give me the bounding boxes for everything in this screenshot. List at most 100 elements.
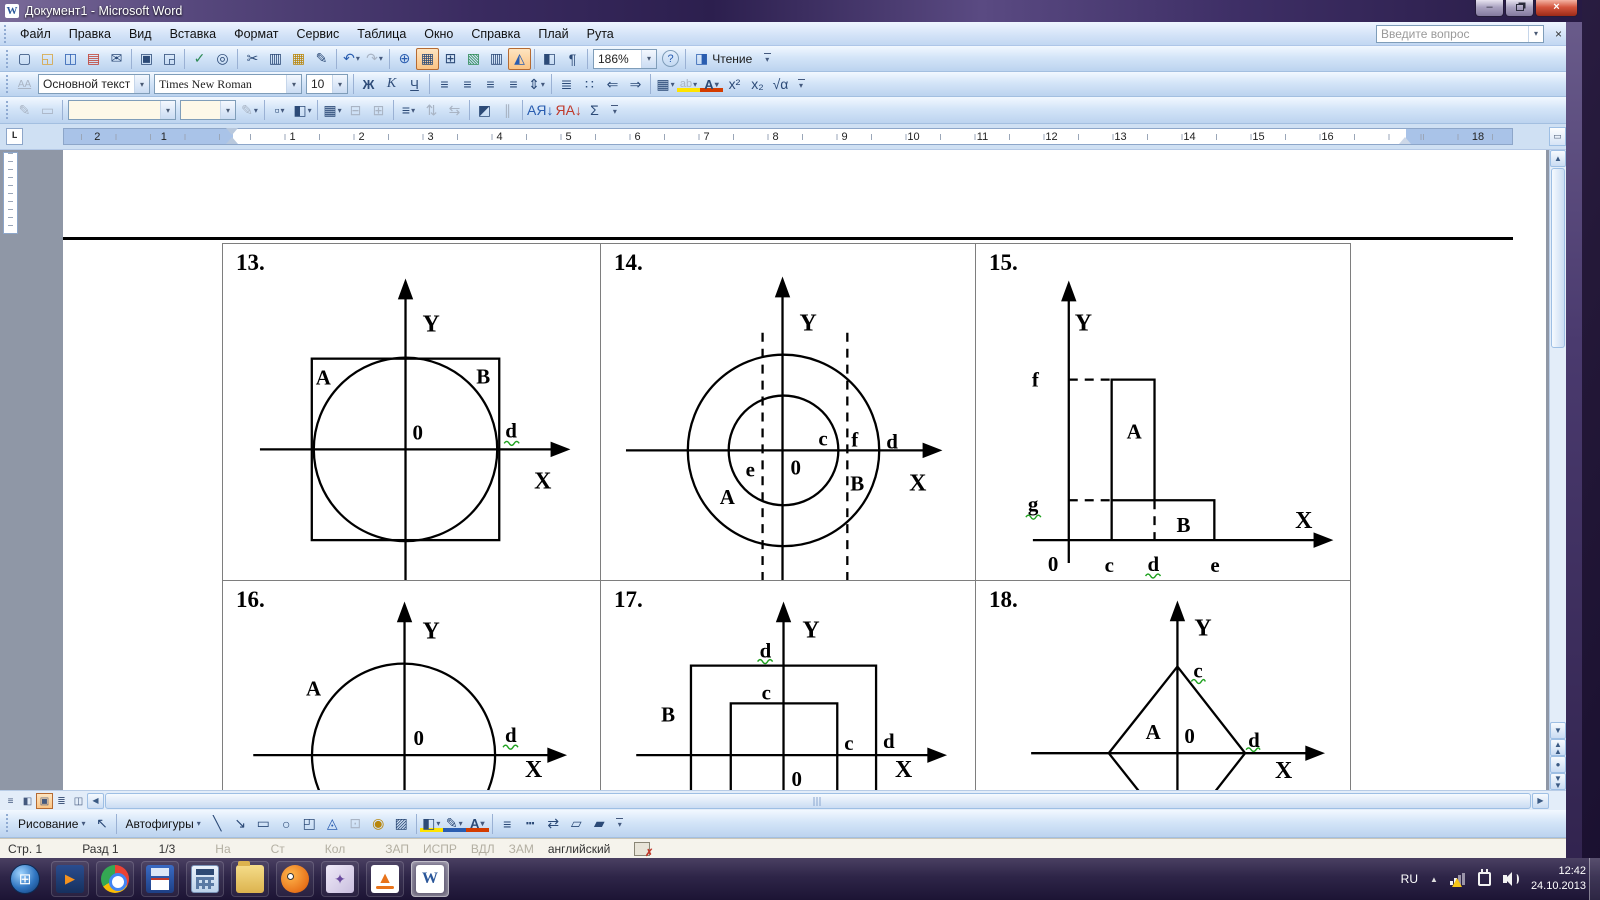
column-indicator[interactable]: Кол bbox=[325, 842, 345, 856]
taskbar-word-icon[interactable]: W bbox=[411, 861, 449, 897]
toolbar-options-button[interactable]: ▾ bbox=[760, 48, 774, 70]
next-page-button[interactable]: ▼▼ bbox=[1550, 773, 1566, 790]
line-style-combo[interactable]: ▾ bbox=[68, 100, 176, 120]
split-cells-icon[interactable]: ⊞ bbox=[367, 99, 390, 121]
toolbar-drag-handle[interactable] bbox=[5, 49, 10, 69]
line-color-icon[interactable]: ✎ bbox=[443, 813, 466, 835]
arrow-style-icon[interactable]: ⇄ bbox=[542, 813, 565, 835]
spelling-status-icon[interactable] bbox=[634, 842, 650, 856]
web-layout-button[interactable]: ◧ bbox=[19, 793, 36, 809]
chevron-down-icon[interactable]: ▾ bbox=[220, 101, 235, 119]
save-icon[interactable]: ◫ bbox=[59, 48, 82, 70]
hanging-indent-marker[interactable] bbox=[226, 137, 238, 144]
threed-style-icon[interactable]: ▰ bbox=[588, 813, 611, 835]
taskbar-vlc-icon[interactable]: ▲ bbox=[366, 861, 404, 897]
first-line-indent-marker[interactable] bbox=[226, 128, 238, 135]
extend-selection-mode[interactable]: ВДЛ bbox=[471, 842, 495, 856]
draw-table-icon[interactable]: ✎ bbox=[13, 99, 36, 121]
zoom-combo[interactable]: 186% ▾ bbox=[593, 49, 657, 69]
toolbar-options-button[interactable]: ▾ bbox=[613, 813, 627, 835]
columns-icon[interactable]: ▥ bbox=[485, 48, 508, 70]
redo-icon[interactable]: ↷ bbox=[363, 48, 386, 70]
arrow-icon[interactable]: ↘ bbox=[229, 813, 252, 835]
menu-item[interactable]: Файл bbox=[11, 24, 60, 44]
taskbar-wmp-icon[interactable]: ▶ bbox=[51, 861, 89, 897]
print-icon[interactable]: ▣ bbox=[135, 48, 158, 70]
insert-picture-icon[interactable]: ▨ bbox=[390, 813, 413, 835]
shadow-style-icon[interactable]: ▱ bbox=[565, 813, 588, 835]
underline-button[interactable]: Ч bbox=[403, 73, 426, 95]
chevron-down-icon[interactable]: ▾ bbox=[286, 75, 301, 93]
chevron-down-icon[interactable]: ▾ bbox=[641, 50, 656, 68]
menu-item[interactable]: Окно bbox=[415, 24, 462, 44]
track-changes-mode[interactable]: ИСПР bbox=[423, 842, 457, 856]
superscript-icon[interactable]: x² bbox=[723, 73, 746, 95]
position-indicator[interactable]: На bbox=[215, 842, 230, 856]
menu-item[interactable]: Таблица bbox=[348, 24, 415, 44]
ask-question-input[interactable] bbox=[1377, 27, 1528, 41]
taskbar-chrome-icon[interactable] bbox=[96, 861, 134, 897]
font-color-icon[interactable]: А bbox=[700, 73, 723, 95]
insert-hyperlink-icon[interactable]: ⊕ bbox=[393, 48, 416, 70]
wordart-icon[interactable]: ◬ bbox=[321, 813, 344, 835]
tab-stop-selector[interactable]: L bbox=[6, 128, 23, 145]
language-switcher[interactable]: RU bbox=[1401, 872, 1418, 886]
figure-cell-17[interactable]: 17. Y X d c B c bbox=[601, 581, 976, 790]
document-map-icon[interactable]: ◧ bbox=[538, 48, 561, 70]
drawing-icon[interactable]: ◭ bbox=[508, 48, 531, 70]
sort-descending-icon[interactable]: ЯА↓ bbox=[554, 99, 582, 121]
outside-border-icon[interactable]: ▫ bbox=[268, 99, 291, 121]
open-icon[interactable]: ◱ bbox=[36, 48, 59, 70]
outline-view-button[interactable]: ≣ bbox=[53, 793, 70, 809]
menu-item[interactable]: Вид bbox=[120, 24, 161, 44]
align-left-icon[interactable]: ≡ bbox=[433, 73, 456, 95]
insert-table-menu-icon[interactable]: ▦ bbox=[321, 99, 344, 121]
menu-item[interactable]: Плай bbox=[529, 24, 577, 44]
tables-and-borders-icon[interactable]: ▦ bbox=[416, 48, 439, 70]
research-icon[interactable]: ◎ bbox=[211, 48, 234, 70]
toolbar-drag-handle[interactable] bbox=[3, 24, 8, 42]
language-indicator[interactable]: английский bbox=[548, 842, 610, 856]
normal-view-button[interactable]: ≡ bbox=[2, 793, 19, 809]
new-document-icon[interactable]: ▢ bbox=[13, 48, 36, 70]
table-autoformat-icon[interactable]: ◩ bbox=[473, 99, 496, 121]
cut-icon[interactable]: ✂ bbox=[241, 48, 264, 70]
select-browse-object-button[interactable]: ● bbox=[1550, 756, 1566, 773]
fill-color-icon[interactable]: ◧ bbox=[420, 813, 443, 835]
taskbar-floppy-app-icon[interactable] bbox=[141, 861, 179, 897]
toolbar-options-button[interactable]: ▾ bbox=[794, 73, 808, 95]
show-hidden-icons-icon[interactable]: ▲ bbox=[1430, 875, 1438, 884]
menu-item[interactable]: Вставка bbox=[161, 24, 225, 44]
distribute-rows-icon[interactable]: ⇅ bbox=[420, 99, 443, 121]
oval-icon[interactable]: ○ bbox=[275, 813, 298, 835]
chevron-down-icon[interactable]: ▾ bbox=[332, 75, 347, 93]
distribute-columns-icon[interactable]: ⇆ bbox=[443, 99, 466, 121]
speaker-icon[interactable] bbox=[1503, 872, 1519, 886]
insert-excel-table-icon[interactable]: ▧ bbox=[462, 48, 485, 70]
autoshapes-menu-button[interactable]: Автофигуры▾ bbox=[120, 813, 205, 835]
scroll-down-icon[interactable]: ▼ bbox=[1550, 722, 1566, 739]
increase-indent-icon[interactable]: ⇒ bbox=[624, 73, 647, 95]
select-objects-icon[interactable]: ↖ bbox=[90, 813, 113, 835]
text-direction-icon[interactable]: ∥ bbox=[496, 99, 519, 121]
figure-cell-14[interactable]: 14. Y X c f d bbox=[601, 244, 976, 581]
dash-style-icon[interactable]: ┅ bbox=[519, 813, 542, 835]
scroll-left-icon[interactable]: ◀ bbox=[87, 793, 104, 809]
line-weight-combo[interactable]: ▾ bbox=[180, 100, 236, 120]
align-center-icon[interactable]: ≡ bbox=[456, 73, 479, 95]
merge-cells-icon[interactable]: ⊟ bbox=[344, 99, 367, 121]
restore-button[interactable] bbox=[1505, 0, 1534, 17]
equation-editor-icon[interactable]: √α bbox=[769, 73, 792, 95]
figure-cell-18[interactable]: 18. Y X c A 0 d bbox=[976, 581, 1351, 790]
vertical-scrollbar-thumb[interactable] bbox=[1551, 168, 1565, 348]
close-button[interactable]: × bbox=[1535, 0, 1578, 17]
eraser-icon[interactable]: ▭ bbox=[36, 99, 59, 121]
menubar-close-icon[interactable]: × bbox=[1555, 27, 1562, 41]
italic-button[interactable]: К bbox=[380, 73, 403, 95]
text-box-icon[interactable]: ◰ bbox=[298, 813, 321, 835]
subscript-icon[interactable]: x₂ bbox=[746, 73, 769, 95]
menu-item[interactable]: Справка bbox=[462, 24, 529, 44]
chevron-down-icon[interactable]: ▾ bbox=[160, 101, 175, 119]
email-icon[interactable]: ✉ bbox=[105, 48, 128, 70]
right-indent-marker[interactable] bbox=[1399, 137, 1411, 144]
